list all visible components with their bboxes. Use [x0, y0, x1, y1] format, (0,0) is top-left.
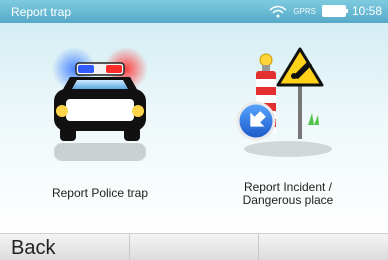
- battery-icon: [321, 5, 348, 17]
- network-indicator: GPRS: [293, 6, 316, 16]
- report-police-trap-button[interactable]: Report Police trap: [5, 43, 195, 233]
- bottom-bar: Back: [0, 233, 388, 260]
- clock: 10:58: [351, 4, 382, 18]
- police-car-icon: [52, 47, 148, 161]
- softkey-middle[interactable]: [129, 234, 259, 260]
- status-indicators: GPRS 10:58: [269, 4, 382, 18]
- status-bar: Report trap GPRS 10:58: [0, 0, 388, 23]
- report-police-trap-label: Report Police trap: [51, 186, 149, 200]
- back-button[interactable]: Back: [0, 234, 130, 260]
- report-incident-button[interactable]: Report Incident / Dangerous place: [193, 43, 383, 233]
- back-label: Back: [11, 237, 56, 259]
- wifi-icon: [269, 5, 287, 18]
- main-content: Report Police trap Report Incident / Dan…: [0, 23, 388, 233]
- report-incident-label: Report Incident / Dangerous place: [193, 181, 383, 207]
- hazard-sign-icon: [236, 47, 332, 157]
- report-incident-label-line1: Report Incident /: [243, 180, 333, 194]
- screen-title: Report trap: [11, 5, 72, 19]
- softkey-right[interactable]: [258, 234, 388, 260]
- report-incident-label-line2: Dangerous place: [242, 193, 334, 207]
